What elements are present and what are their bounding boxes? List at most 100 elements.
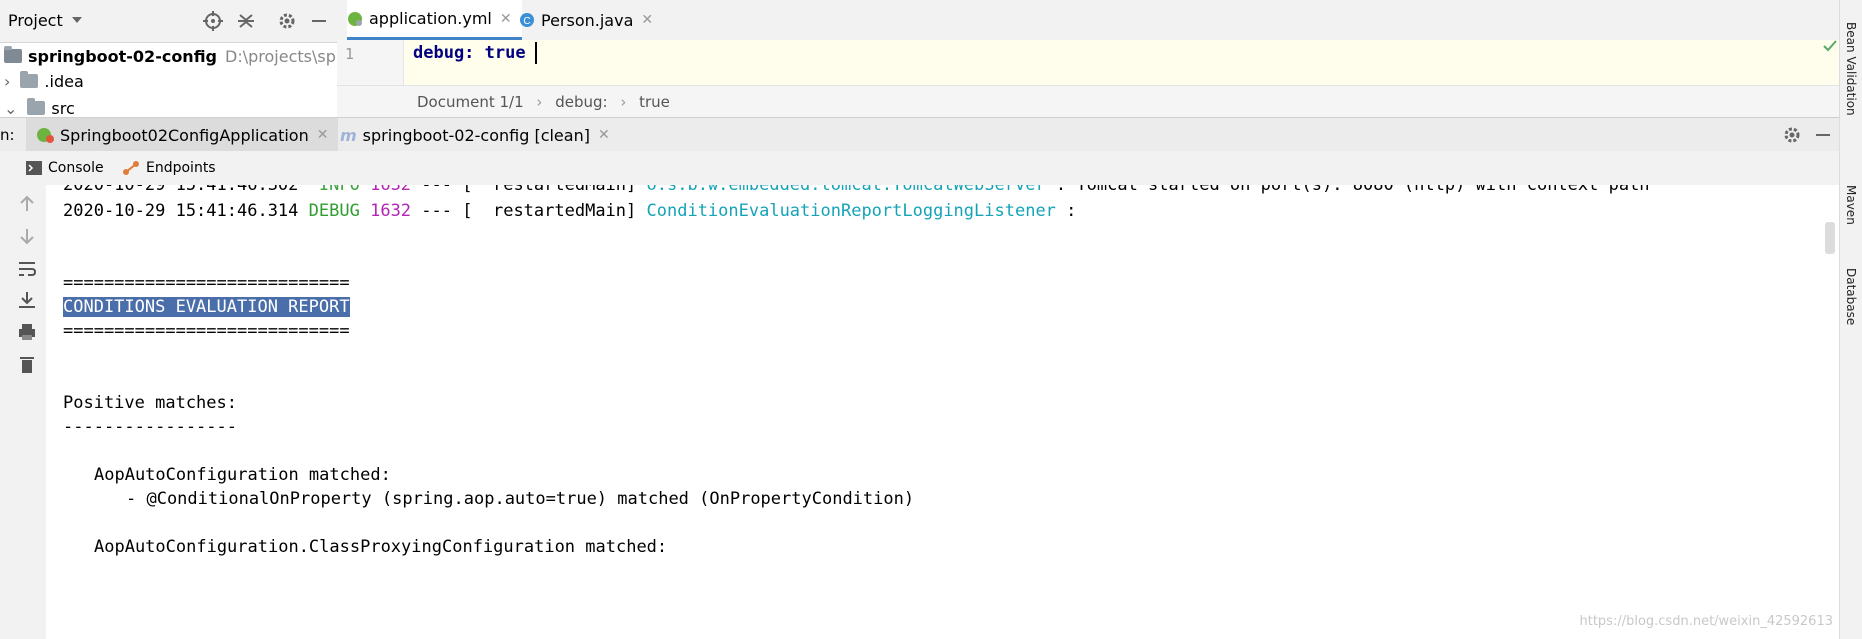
log-logger[interactable]: ConditionEvaluationReportLoggingListener: [647, 201, 1056, 221]
folder-icon: [27, 98, 46, 115]
breadcrumb-item[interactable]: debug:: [555, 93, 607, 111]
log-pid: 1632: [370, 185, 412, 195]
yaml-key: debug:: [413, 43, 475, 63]
root-name: springboot-02-config: [28, 46, 218, 66]
code-line[interactable]: debug: true: [413, 43, 526, 63]
breadcrumb-item[interactable]: true: [639, 93, 670, 111]
log-line: 2020-10-29 15:41:46.314 DEBUG 1632 --- […: [63, 199, 1076, 223]
tab-console[interactable]: Console: [26, 151, 104, 185]
minimize-icon[interactable]: [1814, 125, 1832, 145]
project-tree: springboot-02-config D:\projects\springb…: [0, 43, 337, 115]
log-pid: 1632: [370, 201, 412, 221]
console-output[interactable]: 2020-10-29 15:41:46.302 INFO 1632 --- [ …: [46, 185, 1839, 639]
maven-tool[interactable]: Maven: [1844, 185, 1858, 225]
project-panel-header: Project: [0, 0, 337, 43]
log-level: INFO: [318, 185, 360, 195]
print-icon[interactable]: [16, 321, 38, 343]
gear-icon[interactable]: [1782, 125, 1802, 145]
class-icon: C: [519, 12, 535, 28]
console-icon: [26, 161, 42, 175]
run-tool-window-tabs: n: Springboot02ConfigApplication ✕ m spr…: [0, 117, 1839, 153]
selected-text: CONDITIONS EVALUATION REPORT: [63, 297, 350, 317]
report-rule: ============================: [63, 273, 350, 293]
tab-run-config[interactable]: Springboot02ConfigApplication ✕: [26, 118, 339, 152]
tree-item-idea[interactable]: › .idea: [0, 68, 84, 94]
chevron-right-icon: ›: [620, 93, 627, 111]
check-icon: [1823, 40, 1837, 52]
tab-label: Console: [48, 160, 104, 176]
up-arrow-icon[interactable]: [16, 193, 38, 215]
close-icon[interactable]: ✕: [598, 127, 610, 143]
tab-maven-clean[interactable]: m springboot-02-config [clean] ✕: [340, 118, 610, 152]
close-icon[interactable]: ✕: [317, 127, 329, 143]
maven-icon: m: [340, 125, 357, 145]
tree-item-src[interactable]: ⌄ src: [0, 95, 75, 115]
endpoints-icon: [122, 160, 140, 176]
console-toolbar: [0, 185, 47, 639]
log-thread: [ restartedMain]: [462, 201, 637, 221]
tab-label: Springboot02ConfigApplication: [60, 125, 309, 145]
log-separator: ---: [421, 201, 453, 221]
trash-icon[interactable]: [16, 353, 38, 375]
console-scrollbar[interactable]: [1825, 222, 1835, 254]
tree-item-label: src: [51, 98, 75, 116]
collapse-all-icon[interactable]: [236, 11, 256, 31]
tab-person-java[interactable]: C Person.java ✕: [519, 0, 653, 40]
tab-label: application.yml: [369, 9, 492, 28]
log-logger[interactable]: o.s.b.w.embedded.tomcat.TomcatWebServer: [647, 185, 1046, 195]
breadcrumb-item[interactable]: Document 1/1: [417, 93, 524, 111]
yaml-value: true: [484, 43, 526, 63]
editor-tab-bar: application.yml ✕ C Person.java ✕: [337, 0, 1839, 41]
tree-item-label: .idea: [44, 71, 84, 91]
tab-label: Endpoints: [146, 160, 216, 176]
match-entry: AopAutoConfiguration matched:: [94, 465, 391, 485]
report-rule: ============================: [63, 321, 350, 341]
match-detail: - @ConditionalOnProperty (spring.aop.aut…: [126, 489, 915, 509]
root-path: D:\projects\springb: [225, 46, 337, 66]
svg-text:C: C: [523, 16, 530, 27]
watermark: https://blog.csdn.net/weixin_42592613: [1579, 614, 1833, 629]
minimize-icon[interactable]: [310, 11, 330, 31]
folder-icon: [20, 71, 39, 88]
log-timestamp: 2020-10-29 15:41:46.302: [63, 185, 299, 195]
text-caret: [535, 42, 537, 64]
report-dashes: -----------------: [63, 417, 237, 437]
line-number: 1: [345, 45, 355, 63]
bean-validation-tool[interactable]: Bean Validation: [1844, 22, 1858, 116]
chevron-right-icon: ›: [536, 93, 543, 111]
database-tool[interactable]: Database: [1844, 268, 1858, 325]
log-message: : Tomcat started on port(s): 8080 (http)…: [1045, 185, 1650, 195]
breadcrumb: Document 1/1 › debug: › true: [337, 85, 1839, 118]
tree-item-root[interactable]: springboot-02-config D:\projects\springb: [0, 43, 337, 69]
log-thread: [ restartedMain]: [462, 185, 637, 195]
log-line: 2020-10-29 15:41:46.302 INFO 1632 --- [ …: [63, 185, 1650, 197]
tab-label: Person.java: [541, 10, 634, 30]
code-editor[interactable]: [337, 40, 1839, 85]
chevron-right-icon[interactable]: ›: [4, 72, 10, 91]
locate-icon[interactable]: [203, 11, 223, 31]
report-title: CONDITIONS EVALUATION REPORT: [63, 295, 350, 319]
chevron-down-icon[interactable]: [72, 17, 82, 23]
down-arrow-icon[interactable]: [16, 225, 38, 247]
close-icon[interactable]: ✕: [500, 11, 512, 27]
soft-wrap-icon[interactable]: [16, 257, 38, 279]
gear-icon[interactable]: [277, 11, 297, 31]
chevron-down-icon[interactable]: ⌄: [4, 99, 17, 116]
positive-matches-heading: Positive matches:: [63, 393, 237, 413]
spring-run-icon: [36, 127, 54, 143]
match-entry: AopAutoConfiguration.ClassProxyingConfig…: [94, 537, 668, 557]
tab-label: springboot-02-config [clean]: [362, 125, 590, 145]
close-icon[interactable]: ✕: [641, 12, 653, 28]
run-label: n:: [0, 126, 15, 144]
log-message: :: [1055, 201, 1077, 221]
log-separator: ---: [421, 185, 453, 195]
right-tool-strip: Bean Validation Maven Database: [1839, 0, 1862, 639]
project-title[interactable]: Project: [8, 11, 63, 30]
tab-application-yml[interactable]: application.yml ✕: [347, 0, 522, 40]
log-level: DEBUG: [308, 201, 360, 221]
log-timestamp: 2020-10-29 15:41:46.314: [63, 201, 299, 221]
scroll-to-end-icon[interactable]: [16, 289, 38, 311]
tab-endpoints[interactable]: Endpoints: [122, 151, 216, 185]
run-subtabs: Console Endpoints: [0, 151, 1839, 186]
spring-leaf-icon: [347, 11, 363, 27]
